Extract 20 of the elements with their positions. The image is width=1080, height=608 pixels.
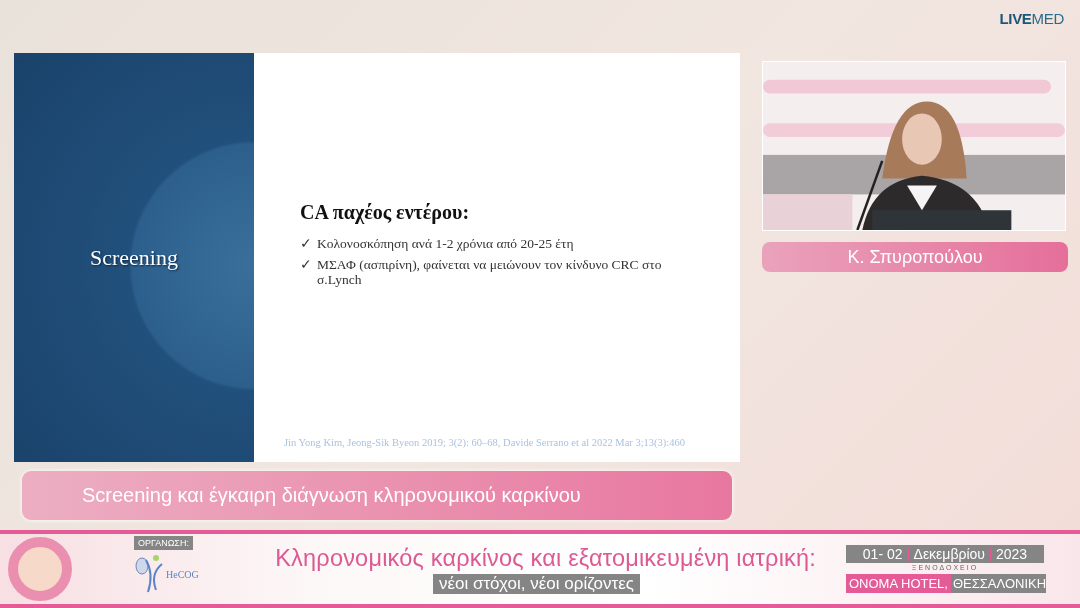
event-title: Κληρονομικός καρκίνος και εξατομικευμένη ιατρική: [275, 544, 816, 572]
date-text: 01- 02 [862, 546, 903, 562]
date-text: 2023 [996, 546, 1028, 562]
date-text: Δεκεμβρίου [913, 546, 985, 562]
slide-heading: CA παχέος εντέρου: [300, 201, 471, 224]
check-mark: ✓ [300, 257, 312, 274]
section-title: Screening [90, 244, 178, 271]
bullet-text: ΜΣΑΦ (ασπιρίνη), φαίνεται να μειώνουν τον κίνδυνο CRC στο σ.Lynch [317, 257, 663, 287]
bullet-text: Κολονοσκόπηση ανά 1-2 χρόνια από 20-25 έτη [317, 236, 574, 251]
hotel-name: ΟΝΟΜΑ HOTEL, [846, 574, 951, 593]
speaker-name: Κ. Σπυροπούλου [762, 242, 1068, 272]
organizer-logo-text: HeCOG [166, 568, 199, 580]
organizer-label: ΟΡΓΑΝΩΣΗ: [134, 536, 193, 550]
city-name: ΘΕΣΣΑΛΟΝΙΚΗ [950, 574, 1047, 593]
check-mark: ✓ [300, 236, 312, 251]
livemed-logo: LIVEMED [999, 10, 1064, 27]
talk-title: Screening και έγκαιρη διάγνωση κληρονομικού καρκίνου [22, 471, 732, 520]
event-subtitle: νέοι στόχοι, νέοι ορίζοντες [432, 573, 640, 594]
citation: Jin Yong Kim, Jeong-Sik Byeon 2019; 3(2): 60–68, Davide Serrano et al 2022 Mar 3;13(3):460 [284, 437, 686, 448]
logo-icon [134, 554, 164, 594]
